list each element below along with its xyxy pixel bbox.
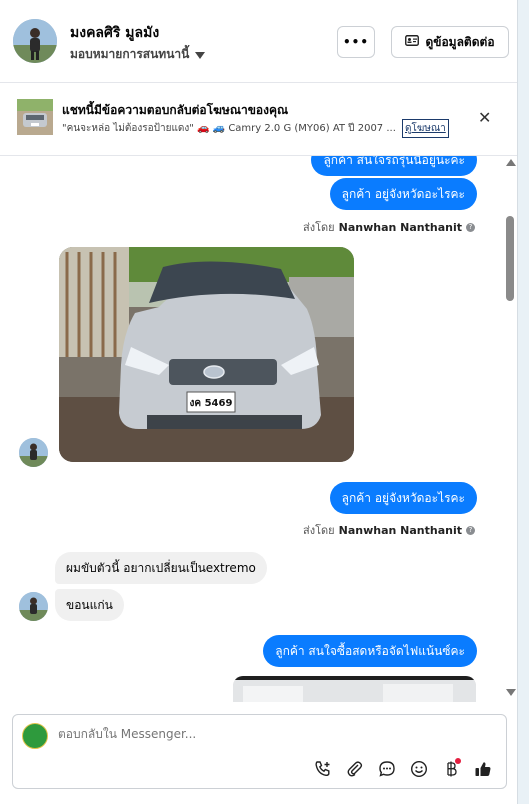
view-contact-button[interactable]: ดูข้อมูลติดต่อ [391,26,509,58]
sent-by-prefix: ส่งโดย [303,221,335,234]
license-plate: งค 5469 [190,398,233,409]
contact-avatar[interactable] [13,19,57,63]
emoji-icon[interactable] [408,758,430,780]
outgoing-photo[interactable] [233,676,476,702]
sender-name: Nanwhan Nanthanit [338,220,462,234]
message-thread: ลูกค้า สนใจรถรุ่นนี้อยู่นะคะ ลูกค้า อยู่… [0,156,517,702]
contact-name[interactable]: มงคลศิริ มูลมัง [70,22,159,44]
info-icon[interactable]: ? [466,222,475,232]
sent-by-label: ส่งโดย Nanwhan Nanthanit ? [303,218,475,236]
notification-dot [455,758,461,764]
caret-down-icon [195,48,206,62]
ad-banner-title: แชทนี้มีข้อความตอบกลับต่อโฆษณาของคุณ [62,103,289,117]
car-photo[interactable]: งค 5469 [59,247,354,462]
outgoing-message[interactable]: ลูกค้า อยู่จังหวัดอะไรคะ [329,178,477,210]
sent-by-label: ส่งโดย Nanwhan Nanthanit ? [303,521,475,539]
outgoing-message[interactable]: ลูกค้า สนใจซื้อสดหรือจัดไฟแน้นซ์คะ [263,635,477,667]
contact-avatar-small[interactable] [19,592,48,621]
contact-card-icon [405,35,420,49]
scroll-up-arrow[interactable] [506,159,516,166]
view-ad-link[interactable]: ดูโฆษณา [402,119,449,138]
baht-payment-icon[interactable] [440,758,462,780]
more-options-button[interactable]: ••• [337,26,375,58]
incoming-message[interactable]: ขอนแก่น [55,589,124,621]
info-icon[interactable]: ? [466,525,475,535]
conversation-header: มงคลศิริ มูลมัง มอบหมายการสนทนานี้ ••• ด… [0,0,517,83]
call-add-icon[interactable] [312,758,334,780]
conversation-panel: มงคลศิริ มูลมัง มอบหมายการสนทนานี้ ••• ด… [0,0,518,804]
message-scrollbar[interactable] [503,156,517,702]
reply-composer [12,714,507,789]
page-logo [22,723,48,749]
close-icon[interactable]: ✕ [478,108,491,127]
ad-reply-banner: แชทนี้มีข้อความตอบกลับต่อโฆษณาของคุณ "คน… [0,83,517,156]
view-contact-label: ดูข้อมูลติดต่อ [425,34,495,49]
outgoing-message[interactable]: ลูกค้า อยู่จังหวัดอะไรคะ [329,482,477,514]
outgoing-message[interactable]: ลูกค้า สนใจรถรุ่นนี้อยู่นะคะ [311,156,477,176]
sender-name: Nanwhan Nanthanit [338,523,462,537]
assign-conversation-dropdown[interactable]: มอบหมายการสนทนานี้ [70,45,206,64]
incoming-message[interactable]: ผมขับตัวนี้ อยากเปลี่ยนเป็นextremo [55,552,267,584]
thumbs-up-icon[interactable] [472,758,494,780]
sent-by-prefix: ส่งโดย [303,524,335,537]
scrollbar-thumb[interactable] [506,216,514,301]
attachment-icon[interactable] [344,758,366,780]
ad-thumbnail[interactable] [17,99,53,135]
scroll-down-arrow[interactable] [506,689,516,696]
composer-toolbar [312,758,494,780]
assign-label: มอบหมายการสนทนานี้ [70,47,190,61]
ad-banner-subtitle: "คนจะหล่อ ไม่ต้องรอป้ายแดง" 🚗 🚙 Camry 2.… [62,123,396,134]
contact-avatar-small[interactable] [19,438,48,467]
reply-input[interactable] [58,727,358,741]
saved-reply-icon[interactable] [376,758,398,780]
